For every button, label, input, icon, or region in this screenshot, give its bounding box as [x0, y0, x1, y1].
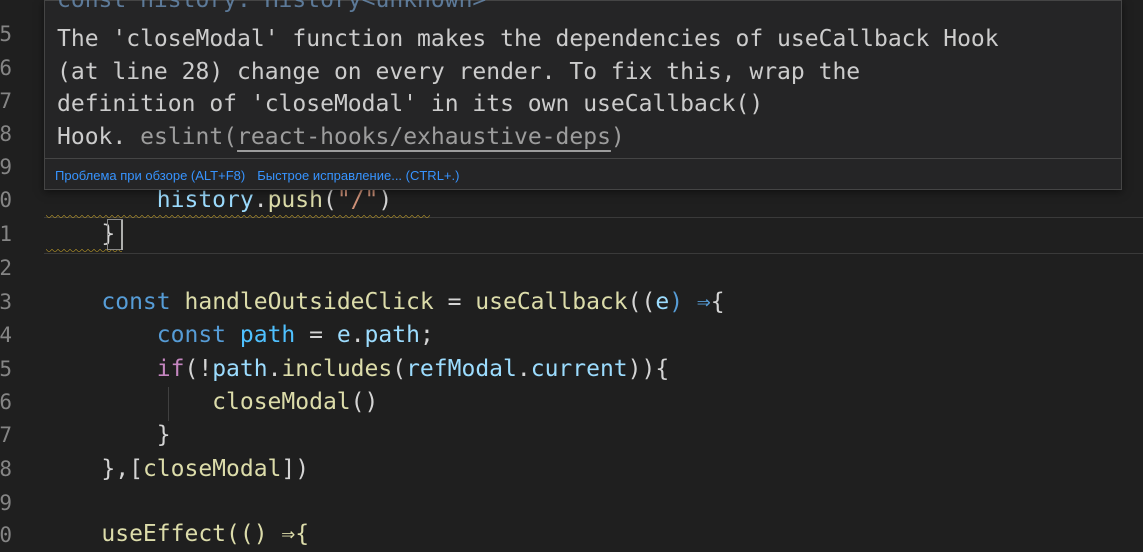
view-problem-link[interactable]: Проблема при обзоре (ALT+F8) — [55, 168, 245, 183]
line-number: 5 — [0, 357, 12, 381]
code-line[interactable]: useEffect(() ⇒{ — [46, 518, 309, 551]
line-number: 4 — [0, 323, 12, 347]
quick-fix-link[interactable]: Быстрое исправление... (CTRL+.) — [257, 168, 459, 183]
line-number: 9 — [0, 491, 12, 515]
diagnostic-source-end: ) — [610, 123, 625, 150]
line-number: 7 — [0, 89, 12, 113]
line-number: 6 — [0, 390, 12, 414]
code-line[interactable]: } — [46, 218, 115, 251]
line-number: 1 — [0, 222, 12, 246]
code-line[interactable]: } — [46, 419, 171, 452]
current-line-highlight — [44, 217, 1143, 254]
code-line[interactable]: },[closeModal]) — [46, 453, 309, 486]
code-line[interactable]: const handleOutsideClick = useCallback((… — [46, 286, 724, 319]
line-number: 3 — [0, 290, 12, 314]
line-number: 0 — [0, 188, 12, 212]
rule-link[interactable]: react-hooks/exhaustive-deps — [237, 124, 611, 150]
line-number-gutter: 5 6 7 8 9 0 1 2 3 4 5 6 7 8 9 0 — [0, 0, 28, 547]
line-number: 2 — [0, 256, 12, 280]
line-number: 7 — [0, 423, 12, 447]
code-line[interactable]: const path = e.path; — [46, 319, 434, 352]
hover-actions: Проблема при обзоре (ALT+F8) Быстрое исп… — [55, 164, 459, 186]
text-cursor — [121, 220, 123, 250]
line-number: 0 — [0, 523, 12, 547]
line-number: 9 — [0, 155, 12, 179]
diagnostic-source: eslint( — [140, 123, 238, 150]
code-line[interactable]: if(!path.includes(refModal.current)){ — [46, 353, 669, 386]
code-editor[interactable]: 5 6 7 8 9 0 1 2 3 4 5 6 7 8 9 0 history.… — [0, 0, 1143, 547]
line-number: 8 — [0, 457, 12, 481]
diagnostic-hover-widget[interactable]: const history: History<unknown> The 'clo… — [44, 0, 1122, 190]
hover-divider — [45, 158, 1121, 159]
line-number: 8 — [0, 122, 12, 146]
hover-peek-text: const history: History<unknown> — [57, 0, 487, 13]
code-line[interactable]: closeModal() — [46, 386, 378, 419]
line-number: 6 — [0, 56, 12, 80]
diagnostic-message: The 'closeModal' function makes the depe… — [57, 26, 999, 150]
line-number: 5 — [0, 22, 12, 46]
